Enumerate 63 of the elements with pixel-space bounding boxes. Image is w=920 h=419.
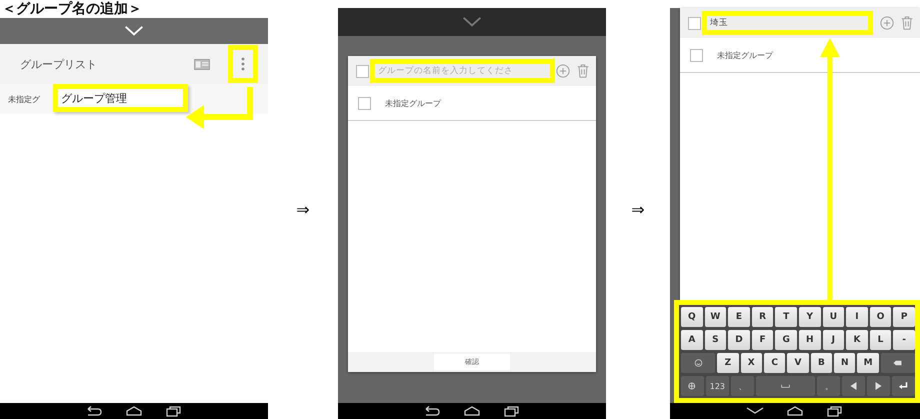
symbol-key[interactable] — [681, 353, 716, 373]
keyboard-key[interactable]: Y — [798, 307, 821, 327]
left-triangle-icon — [849, 382, 858, 390]
keyboard-key[interactable]: D — [728, 330, 750, 350]
chevron-down-icon[interactable] — [462, 17, 482, 27]
keyboard-key[interactable]: C — [764, 353, 786, 373]
backspace-icon — [893, 359, 902, 367]
cursor-left-key[interactable] — [842, 376, 866, 396]
keyboard-key[interactable]: B — [810, 353, 832, 373]
right-triangle-icon — [874, 382, 884, 390]
keyboard-key[interactable]: I — [846, 307, 868, 327]
keyboard-key[interactable]: N — [834, 353, 856, 373]
backspace-key[interactable] — [880, 353, 916, 373]
add-icon[interactable] — [880, 16, 894, 30]
keyboard-key[interactable]: P — [893, 307, 915, 327]
input-field[interactable]: グループの名前を入力してくださ — [375, 64, 550, 78]
step-arrow: ⇒ — [631, 200, 645, 219]
keyboard-key[interactable]: R — [752, 307, 774, 327]
list-title: グループリスト — [20, 56, 98, 72]
keyboard-key[interactable]: F — [752, 330, 774, 350]
page-heading: ＜グループ名の追加＞ — [1, 0, 143, 18]
language-key[interactable] — [681, 376, 704, 396]
group-label: 未指定グループ — [717, 50, 773, 60]
globe-icon — [688, 382, 697, 390]
group-label: 未指定グループ — [385, 98, 441, 108]
space-icon — [781, 382, 790, 390]
smiley-icon — [694, 359, 703, 367]
keyboard-key[interactable]: A — [681, 330, 703, 350]
checkbox[interactable] — [358, 96, 371, 110]
keyboard-key[interactable]: V — [787, 353, 809, 373]
keyboard-key[interactable]: O — [870, 307, 892, 327]
keyboard-key[interactable]: U — [822, 307, 844, 327]
enter-key[interactable] — [892, 376, 916, 396]
keyboard-key[interactable]: 、 — [730, 376, 754, 396]
keyboard-key[interactable]: J — [822, 330, 844, 350]
checkbox[interactable] — [688, 16, 701, 30]
keyboard-key[interactable]: Q — [681, 307, 703, 327]
keyboard-key[interactable]: K — [846, 330, 868, 350]
group-label: 未指定グ — [8, 94, 40, 104]
keyboard-key[interactable]: M — [857, 353, 879, 373]
keyboard-key[interactable]: 123 — [706, 376, 729, 396]
keyboard-key[interactable]: H — [798, 330, 821, 350]
keyboard-key[interactable]: L — [870, 330, 892, 350]
menu-item[interactable]: グループ管理 — [53, 84, 188, 112]
more-icon[interactable] — [241, 57, 245, 71]
trash-icon[interactable] — [576, 64, 590, 78]
trash-icon[interactable] — [900, 16, 914, 30]
cursor-right-key[interactable] — [867, 376, 890, 396]
add-icon[interactable] — [556, 64, 570, 78]
keyboard-key[interactable]: T — [775, 307, 797, 327]
keyboard-key[interactable]: E — [728, 307, 750, 327]
step-arrow: ⇒ — [296, 200, 310, 219]
keyboard-key[interactable]: G — [775, 330, 797, 350]
checkbox[interactable] — [356, 64, 369, 78]
keyboard-key[interactable]: X — [740, 353, 762, 373]
keyboard-key[interactable]: - — [893, 330, 915, 350]
keyboard-key[interactable]: S — [704, 330, 726, 350]
keyboard-key[interactable]: Z — [717, 353, 739, 373]
keyboard-key[interactable]: W — [704, 307, 726, 327]
card-view-icon[interactable] — [194, 58, 210, 70]
keyboard-key[interactable]: 。 — [817, 376, 840, 396]
checkbox[interactable] — [690, 48, 703, 62]
enter-icon — [899, 382, 908, 390]
